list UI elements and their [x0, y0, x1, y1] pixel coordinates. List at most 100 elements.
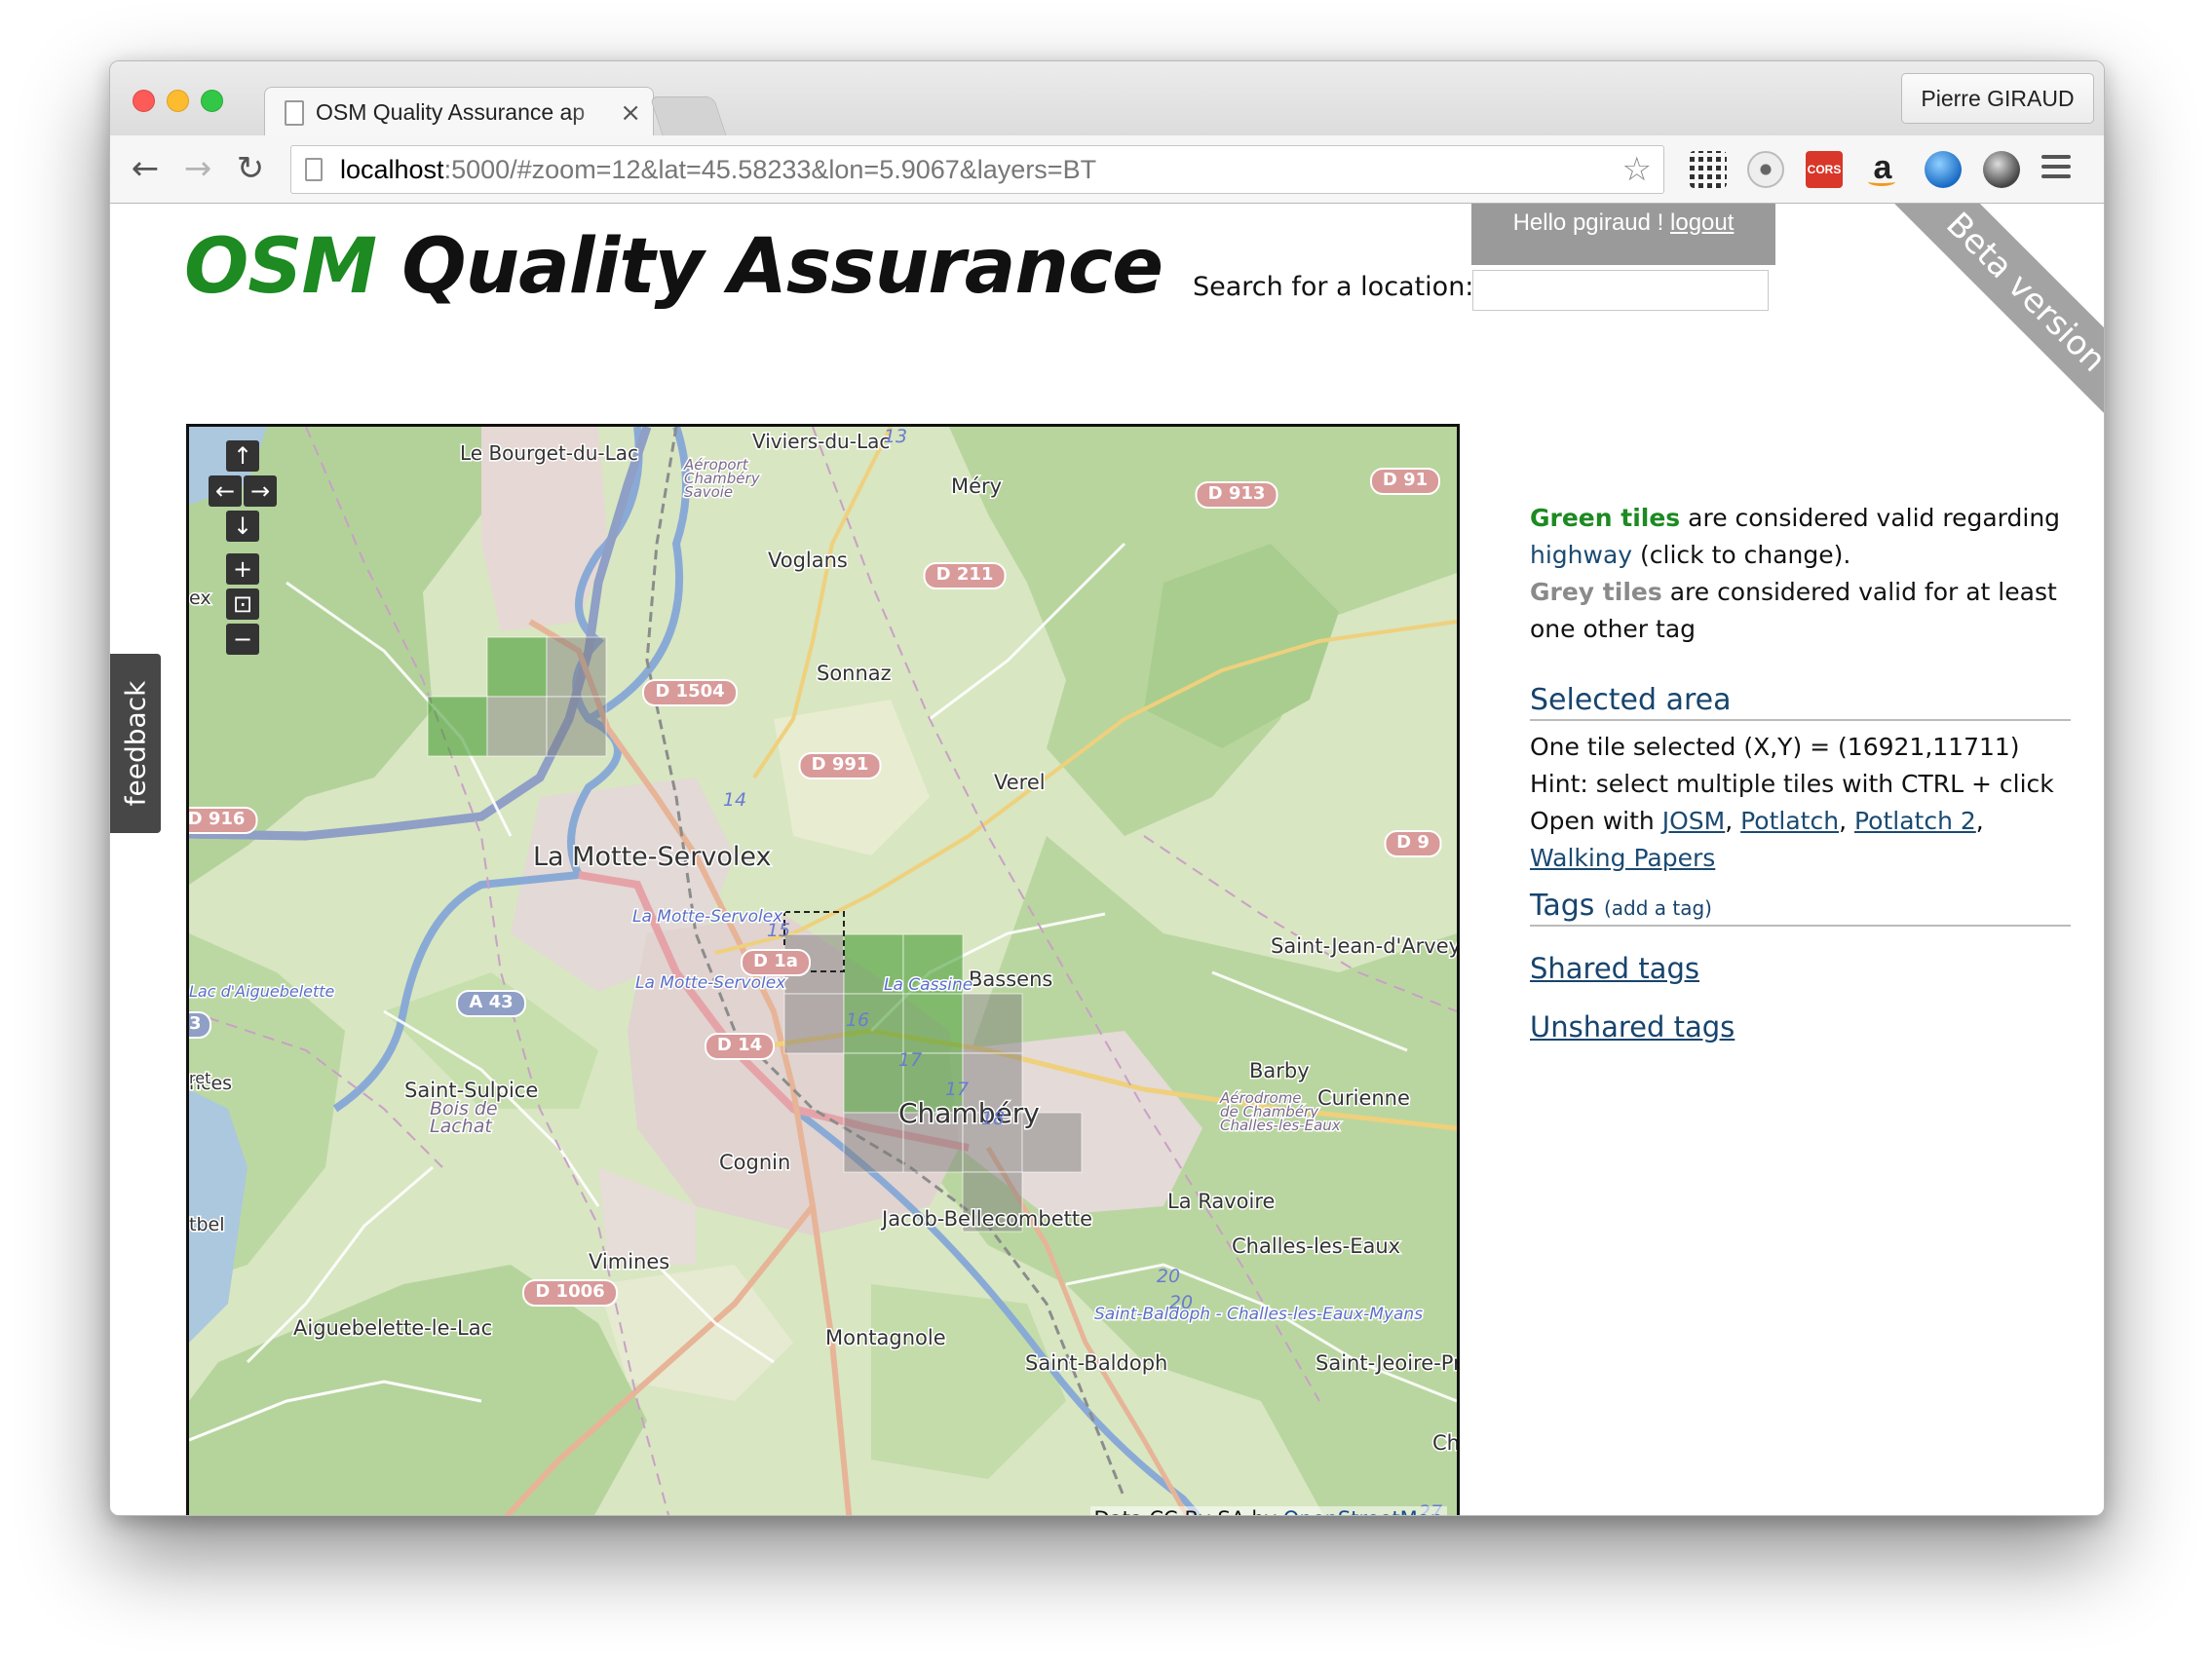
road-label: D 1006: [535, 1281, 604, 1302]
feedback-label: feedback: [119, 680, 152, 807]
road-label: D 913: [1208, 483, 1266, 504]
profile-button[interactable]: Pierre GIRAUD: [1901, 73, 2094, 124]
window-close-button[interactable]: [133, 90, 155, 112]
potlatch2-link[interactable]: Potlatch 2: [1854, 807, 1976, 835]
zoom-in-button[interactable]: +: [226, 553, 259, 585]
beta-ribbon: Beta version: [1859, 204, 2104, 459]
dark-globe-extension-icon[interactable]: [1983, 151, 2020, 188]
zoom-to-extent-button[interactable]: ⊡: [226, 588, 259, 620]
tab-close-icon[interactable]: ×: [620, 98, 641, 128]
selection-hint: Hint: select multiple tiles with CTRL + …: [1530, 770, 2054, 798]
legend: Green tiles are considered valid regardi…: [1530, 500, 2071, 648]
page-icon: [285, 99, 304, 126]
road-label: 43: [189, 1013, 202, 1034]
place-label: Lac d'Aiguebelette: [189, 982, 335, 1001]
place-label: Saint-Jean-d'Arvey: [1271, 934, 1457, 958]
road-label: 18: [981, 1108, 1005, 1129]
green-tiles-text: are considered valid regarding: [1688, 504, 2061, 532]
add-tag-link[interactable]: (add a tag): [1604, 896, 1712, 920]
tile-info: One tile selected (X,Y) = (16921,11711): [1530, 733, 2020, 761]
attribution-text: Data CC-By-SA by: [1094, 1507, 1278, 1515]
road-label: 16: [846, 1009, 869, 1031]
road-label: 15: [767, 920, 790, 941]
place-label: La Motte-Servolex: [632, 907, 783, 927]
josm-link[interactable]: JOSM: [1662, 807, 1726, 835]
place-label: Le Bourget-du-Lac: [460, 441, 638, 465]
reload-icon[interactable]: ↻: [229, 147, 272, 190]
address-bar[interactable]: localhost:5000/#zoom=12&lat=45.58233&lon…: [290, 145, 1664, 194]
green-tile[interactable]: [427, 696, 488, 757]
tags-heading: Tags: [1530, 889, 1595, 923]
bookmark-star-icon[interactable]: ☆: [1622, 150, 1652, 189]
grey-tiles-label: Grey tiles: [1530, 578, 1662, 606]
place-label: Cognin: [719, 1151, 790, 1174]
browser-tab[interactable]: OSM Quality Assurance ap ×: [264, 87, 654, 137]
green-tile[interactable]: [902, 993, 964, 1054]
pan-up-button[interactable]: ↑: [226, 440, 259, 472]
place-label: Montagnole: [825, 1326, 946, 1349]
highway-tag-link[interactable]: highway: [1530, 541, 1632, 569]
openstreetmap-link[interactable]: OpenStreetMap: [1283, 1507, 1443, 1515]
cors-extension-icon[interactable]: CORS: [1806, 151, 1843, 188]
pan-down-button[interactable]: ↓: [226, 511, 259, 542]
green-tile[interactable]: [843, 1052, 904, 1114]
logo-osm: OSM: [184, 223, 377, 311]
walking-papers-link[interactable]: Walking Papers: [1530, 844, 1715, 872]
grey-tile[interactable]: [486, 696, 548, 757]
grey-tile[interactable]: [783, 993, 845, 1054]
grey-tile[interactable]: [546, 636, 607, 698]
pan-right-button[interactable]: →: [244, 475, 277, 507]
unshared-tags-link[interactable]: Unshared tags: [1530, 1010, 2071, 1044]
amazon-extension-icon[interactable]: a: [1864, 151, 1901, 188]
window-maximize-button[interactable]: [201, 90, 223, 112]
side-panel: Green tiles are considered valid regardi…: [1530, 500, 2071, 1044]
place-label: Chambéry: [898, 1097, 1040, 1129]
map[interactable]: Viviers-du-Lac Le Bourget-du-Lac Aéroport C…: [186, 424, 1460, 1516]
tab-title: OSM Quality Assurance ap: [316, 99, 586, 125]
road-label: D 91: [1383, 470, 1428, 490]
selected-area-title: Selected area: [1530, 683, 2071, 721]
map-canvas[interactable]: Viviers-du-LacLe Bourget-du-Lac AéroportC…: [189, 427, 1457, 1516]
menu-icon[interactable]: [2041, 155, 2071, 184]
place-label: Saint-Baldoph: [1025, 1351, 1167, 1375]
potlatch-link[interactable]: Potlatch: [1740, 807, 1839, 835]
browser-window: OSM Quality Assurance ap × Pierre GIRAUD…: [109, 60, 2105, 1516]
place-label: Voglans: [768, 549, 848, 572]
place-label: La Motte-Servolex: [533, 842, 771, 872]
place-label: Saint-Baldoph - Challes-les-Eaux-Myans: [1094, 1305, 1423, 1324]
place-label: La Cassine: [884, 975, 973, 995]
grey-tile[interactable]: [962, 993, 1023, 1054]
qr-code-icon[interactable]: [1690, 151, 1727, 188]
feedback-tab[interactable]: feedback: [110, 654, 161, 833]
logout-link[interactable]: logout: [1670, 209, 1734, 236]
place-label: Verel: [994, 771, 1046, 794]
app-logo: OSM Quality Assurance: [184, 223, 1163, 311]
grey-tile[interactable]: [843, 1112, 904, 1173]
pan-left-button[interactable]: ←: [209, 475, 242, 507]
record-icon[interactable]: [1747, 151, 1784, 188]
open-with: Open with JOSM, Potlatch, Potlatch 2, Wa…: [1530, 807, 1984, 872]
greeting: Hello pgiraud !: [1512, 209, 1664, 236]
place-label: Vimines: [589, 1250, 669, 1273]
place-label: tbel: [189, 1214, 224, 1235]
search-input[interactable]: [1472, 270, 1769, 311]
window-minimize-button[interactable]: [167, 90, 189, 112]
place-label: Méry: [951, 474, 1002, 498]
back-icon[interactable]: ←: [124, 147, 167, 190]
place-label: Sonnaz: [817, 662, 892, 685]
globe-extension-icon[interactable]: [1925, 151, 1962, 188]
place-label: Challes-les-Eaux: [1220, 1117, 1341, 1134]
zoom-out-button[interactable]: −: [226, 624, 259, 655]
forward-icon[interactable]: →: [176, 147, 219, 190]
road-label: D 1504: [655, 681, 724, 702]
shared-tags-link[interactable]: Shared tags: [1530, 952, 2071, 985]
url-host: localhost: [340, 154, 444, 184]
place-label: Challes-les-Eaux: [1232, 1234, 1400, 1258]
new-tab-button[interactable]: [649, 96, 727, 135]
green-tiles-label: Green tiles: [1530, 504, 1681, 532]
grey-tile[interactable]: [546, 696, 607, 757]
url-path: :5000/#zoom=12&lat=45.58233&lon=5.9067&l…: [443, 154, 1097, 184]
green-tile[interactable]: [486, 636, 548, 698]
place-label: Bassens: [969, 968, 1052, 991]
place-label: Curienne: [1317, 1086, 1410, 1110]
